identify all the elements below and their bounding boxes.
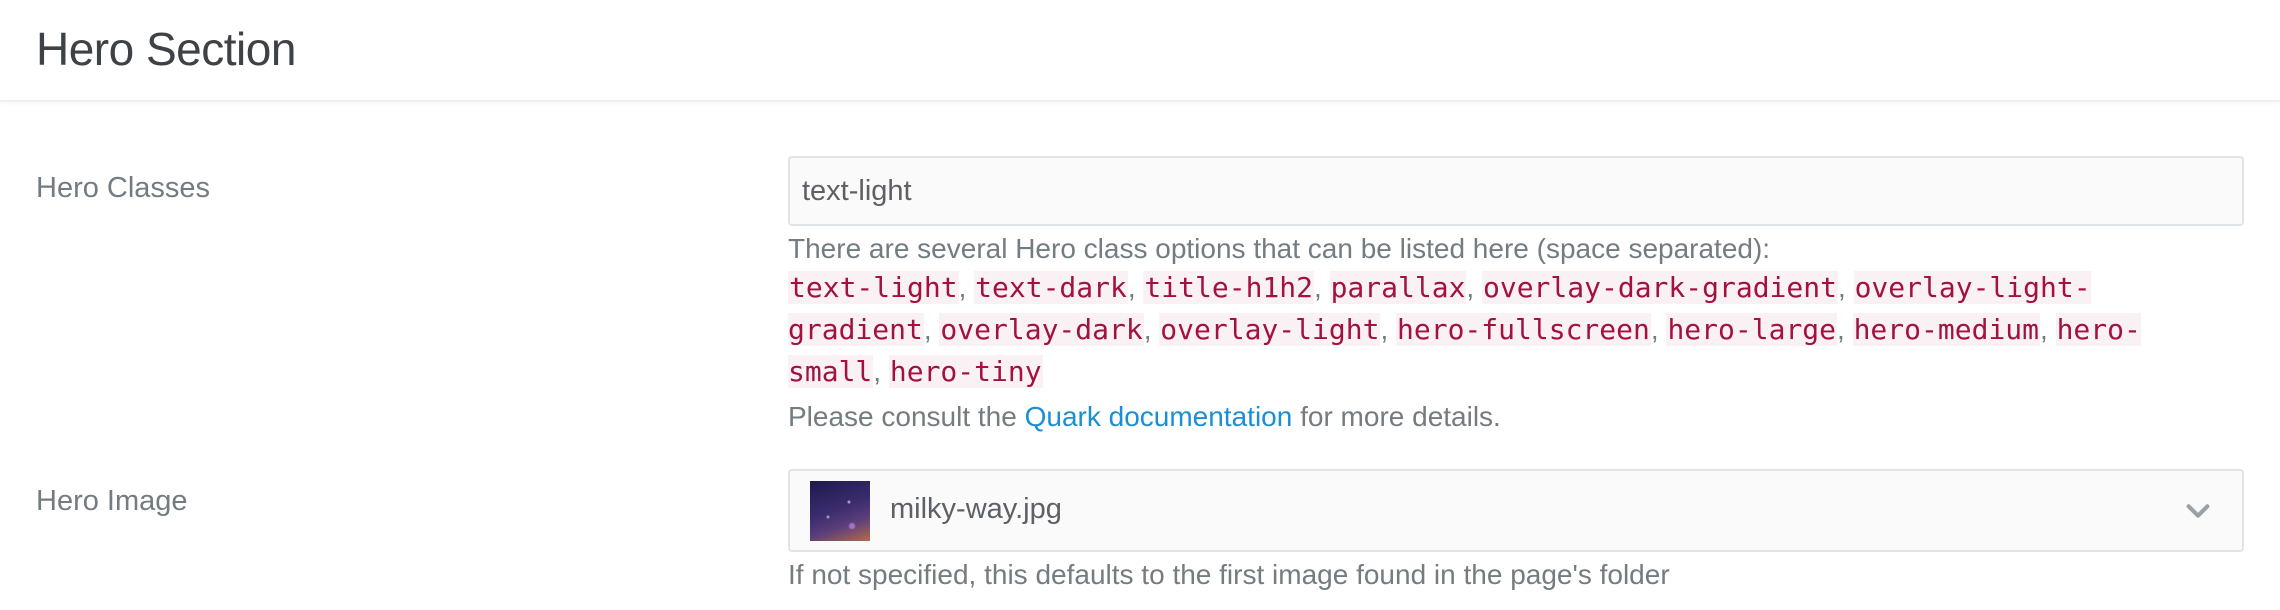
selected-image-filename: milky-way.jpg [890,493,1062,525]
option-separator: , [958,272,967,303]
hero-image-help: If not specified, this defaults to the f… [788,559,1670,590]
option-separator: , [1380,314,1389,345]
option-separator: , [2040,314,2048,345]
hero-class-option: text-light [788,271,959,304]
option-separator: , [1650,314,1659,345]
hero-class-option: hero-large [1666,313,1838,346]
hero-class-option: hero-medium [1852,313,2041,346]
section-title: Hero Section [36,23,296,75]
hero-class-option: overlay-light [1159,313,1381,346]
consult-suffix: for more details. [1300,401,1501,432]
hero-class-option: overlay-dark-gradient [1481,271,1838,304]
option-separator: , [1127,272,1136,303]
option-separator: , [1143,314,1152,345]
hero-class-option: overlay-dark [939,313,1144,346]
hero-classes-help-intro: There are several Hero class options tha… [788,233,1771,264]
hero-class-option: title-h1h2 [1143,271,1314,304]
hero-class-option: parallax [1329,271,1467,304]
hero-class-options-list: text-light, text-dark, title-h1h2, paral… [788,267,2208,393]
hero-image-select[interactable]: milky-way.jpg [788,469,2244,552]
option-separator: , [873,356,882,387]
option-separator: , [1466,272,1475,303]
option-separator: , [923,314,932,345]
hero-image-label: Hero Image [36,485,188,517]
option-separator: , [1314,272,1322,303]
hero-classes-label: Hero Classes [36,172,211,204]
chevron-down-icon[interactable] [2184,497,2212,525]
section-header: Hero Section [0,0,2280,102]
consult-prefix: Please consult the [788,401,1017,432]
hero-classes-help-consult: Please consult the Quark documentation f… [788,396,2208,438]
image-thumbnail [810,481,870,541]
hero-class-option: hero-fullscreen [1396,313,1651,346]
hero-classes-input[interactable] [788,156,2244,226]
option-separator: , [1838,272,1846,303]
quark-documentation-link[interactable]: Quark documentation [1025,401,1293,432]
hero-class-option: hero-tiny [888,355,1043,388]
hero-class-option: text-dark [974,271,1128,304]
option-separator: , [1837,314,1845,345]
